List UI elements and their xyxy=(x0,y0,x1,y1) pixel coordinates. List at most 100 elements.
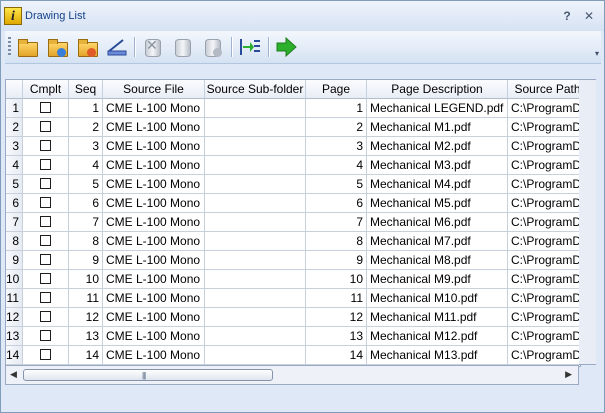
source-path-cell[interactable]: C:\ProgramD xyxy=(508,118,580,137)
horizontal-scrollbar[interactable]: ◀ ||| ▶ xyxy=(5,365,579,385)
source-path-cell[interactable]: C:\ProgramD xyxy=(508,99,580,118)
page-cell[interactable]: 6 xyxy=(306,194,367,213)
seq-cell[interactable]: 7 xyxy=(69,213,103,232)
page-description-cell[interactable]: Mechanical M10.pdf xyxy=(367,289,508,308)
page-cell[interactable]: 5 xyxy=(306,175,367,194)
page-cell[interactable]: 10 xyxy=(306,270,367,289)
scroll-left-arrow-icon[interactable]: ◀ xyxy=(10,369,17,380)
page-description-cell[interactable]: Mechanical M9.pdf xyxy=(367,270,508,289)
row-header[interactable]: 7 xyxy=(6,213,23,232)
cmplt-checkbox[interactable] xyxy=(40,197,51,208)
source-subfolder-cell[interactable] xyxy=(205,118,306,137)
cmplt-checkbox[interactable] xyxy=(40,102,51,113)
row-header[interactable]: 10 xyxy=(6,270,23,289)
table-row[interactable]: 12 12 CME L-100 Mono 12 Mechanical M11.pdf C:… xyxy=(6,308,580,327)
source-path-cell[interactable]: C:\ProgramD xyxy=(508,156,580,175)
source-file-cell[interactable]: CME L-100 Mono xyxy=(103,251,205,270)
table-row[interactable]: 4 4 CME L-100 Mono 4 Mechanical M3.pdf C:\Pro… xyxy=(6,156,580,175)
seq-cell[interactable]: 9 xyxy=(69,251,103,270)
row-header[interactable]: 5 xyxy=(6,175,23,194)
cmplt-checkbox[interactable] xyxy=(40,311,51,322)
scan-button[interactable] xyxy=(105,36,129,58)
source-subfolder-cell[interactable] xyxy=(205,194,306,213)
table-row[interactable]: 10 10 CME L-100 Mono 10 Mechanical M9.pdf C:\… xyxy=(6,270,580,289)
source-subfolder-cell[interactable] xyxy=(205,156,306,175)
table-row[interactable]: 1 1 CME L-100 Mono 1 Mechanical LEGEND.pdf C:… xyxy=(6,99,580,118)
folder-refresh-button[interactable] xyxy=(75,36,99,58)
source-file-cell[interactable]: CME L-100 Mono xyxy=(103,213,205,232)
table-row[interactable]: 8 8 CME L-100 Mono 8 Mechanical M7.pdf C:\Pro… xyxy=(6,232,580,251)
toolbar-grip[interactable] xyxy=(8,37,11,57)
row-header[interactable]: 14 xyxy=(6,346,23,365)
source-file-cell[interactable]: CME L-100 Mono xyxy=(103,175,205,194)
table-row[interactable]: 3 3 CME L-100 Mono 3 Mechanical M2.pdf C:\Pro… xyxy=(6,137,580,156)
import-list-button[interactable] xyxy=(238,36,262,58)
table-row[interactable]: 11 11 CME L-100 Mono 11 Mechanical M10.pdf C:… xyxy=(6,289,580,308)
row-header[interactable]: 4 xyxy=(6,156,23,175)
source-path-cell[interactable]: C:\ProgramD xyxy=(508,327,580,346)
page-description-cell[interactable]: Mechanical M4.pdf xyxy=(367,175,508,194)
scroll-right-arrow-icon[interactable]: ▶ xyxy=(565,369,572,380)
source-file-cell[interactable]: CME L-100 Mono xyxy=(103,118,205,137)
page-description-cell[interactable]: Mechanical M8.pdf xyxy=(367,251,508,270)
source-file-cell[interactable]: CME L-100 Mono xyxy=(103,137,205,156)
source-subfolder-cell[interactable] xyxy=(205,232,306,251)
page-cell[interactable]: 14 xyxy=(306,346,367,365)
row-header[interactable]: 1 xyxy=(6,99,23,118)
cmplt-checkbox[interactable] xyxy=(40,159,51,170)
page-description-cell[interactable]: Mechanical M7.pdf xyxy=(367,232,508,251)
cmplt-checkbox-cell[interactable] xyxy=(23,137,69,156)
table-row[interactable]: 9 9 CME L-100 Mono 9 Mechanical M8.pdf C:\Pro… xyxy=(6,251,580,270)
cmplt-checkbox[interactable] xyxy=(40,349,51,360)
source-subfolder-cell[interactable] xyxy=(205,213,306,232)
stack-button[interactable] xyxy=(171,36,195,58)
row-header[interactable]: 12 xyxy=(6,308,23,327)
seq-cell[interactable]: 11 xyxy=(69,289,103,308)
source-file-cell[interactable]: CME L-100 Mono xyxy=(103,308,205,327)
page-description-cell[interactable]: Mechanical M3.pdf xyxy=(367,156,508,175)
source-path-cell[interactable]: C:\ProgramD xyxy=(508,213,580,232)
source-file-cell[interactable]: CME L-100 Mono xyxy=(103,270,205,289)
page-cell[interactable]: 4 xyxy=(306,156,367,175)
page-cell[interactable]: 1 xyxy=(306,99,367,118)
close-button[interactable]: ✕ xyxy=(581,8,597,24)
column-header-cmplt[interactable]: Cmplt xyxy=(23,80,69,99)
column-header-seq[interactable]: Seq xyxy=(69,80,103,99)
source-path-cell[interactable]: C:\ProgramD xyxy=(508,194,580,213)
source-file-cell[interactable]: CME L-100 Mono xyxy=(103,194,205,213)
source-path-cell[interactable]: C:\ProgramD xyxy=(508,137,580,156)
cmplt-checkbox-cell[interactable] xyxy=(23,213,69,232)
seq-cell[interactable]: 13 xyxy=(69,327,103,346)
page-description-cell[interactable]: Mechanical M11.pdf xyxy=(367,308,508,327)
source-file-cell[interactable]: CME L-100 Mono xyxy=(103,346,205,365)
page-cell[interactable]: 11 xyxy=(306,289,367,308)
source-file-cell[interactable]: CME L-100 Mono xyxy=(103,99,205,118)
seq-cell[interactable]: 6 xyxy=(69,194,103,213)
source-path-cell[interactable]: C:\ProgramD xyxy=(508,308,580,327)
cmplt-checkbox-cell[interactable] xyxy=(23,251,69,270)
cmplt-checkbox[interactable] xyxy=(40,292,51,303)
row-header[interactable]: 6 xyxy=(6,194,23,213)
source-path-cell[interactable]: C:\ProgramD xyxy=(508,270,580,289)
cmplt-checkbox[interactable] xyxy=(40,216,51,227)
stack-add-button[interactable] xyxy=(201,36,225,58)
page-cell[interactable]: 9 xyxy=(306,251,367,270)
seq-cell[interactable]: 14 xyxy=(69,346,103,365)
source-path-cell[interactable]: C:\ProgramD xyxy=(508,346,580,365)
cmplt-checkbox-cell[interactable] xyxy=(23,232,69,251)
table-row[interactable]: 7 7 CME L-100 Mono 7 Mechanical M6.pdf C:\Pro… xyxy=(6,213,580,232)
source-file-cell[interactable]: CME L-100 Mono xyxy=(103,289,205,308)
page-cell[interactable]: 8 xyxy=(306,232,367,251)
cmplt-checkbox-cell[interactable] xyxy=(23,175,69,194)
page-cell[interactable]: 3 xyxy=(306,137,367,156)
cmplt-checkbox[interactable] xyxy=(40,178,51,189)
cmplt-checkbox[interactable] xyxy=(40,235,51,246)
seq-cell[interactable]: 3 xyxy=(69,137,103,156)
table-row[interactable]: 5 5 CME L-100 Mono 5 Mechanical M4.pdf C:\Pro… xyxy=(6,175,580,194)
seq-cell[interactable]: 1 xyxy=(69,99,103,118)
cmplt-checkbox[interactable] xyxy=(40,121,51,132)
cmplt-checkbox[interactable] xyxy=(40,254,51,265)
vertical-scrollbar[interactable] xyxy=(579,79,596,365)
table-row[interactable]: 2 2 CME L-100 Mono 2 Mechanical M1.pdf C:\Pro… xyxy=(6,118,580,137)
table-row[interactable]: 14 14 CME L-100 Mono 14 Mechanical M13.pdf C:… xyxy=(6,346,580,365)
